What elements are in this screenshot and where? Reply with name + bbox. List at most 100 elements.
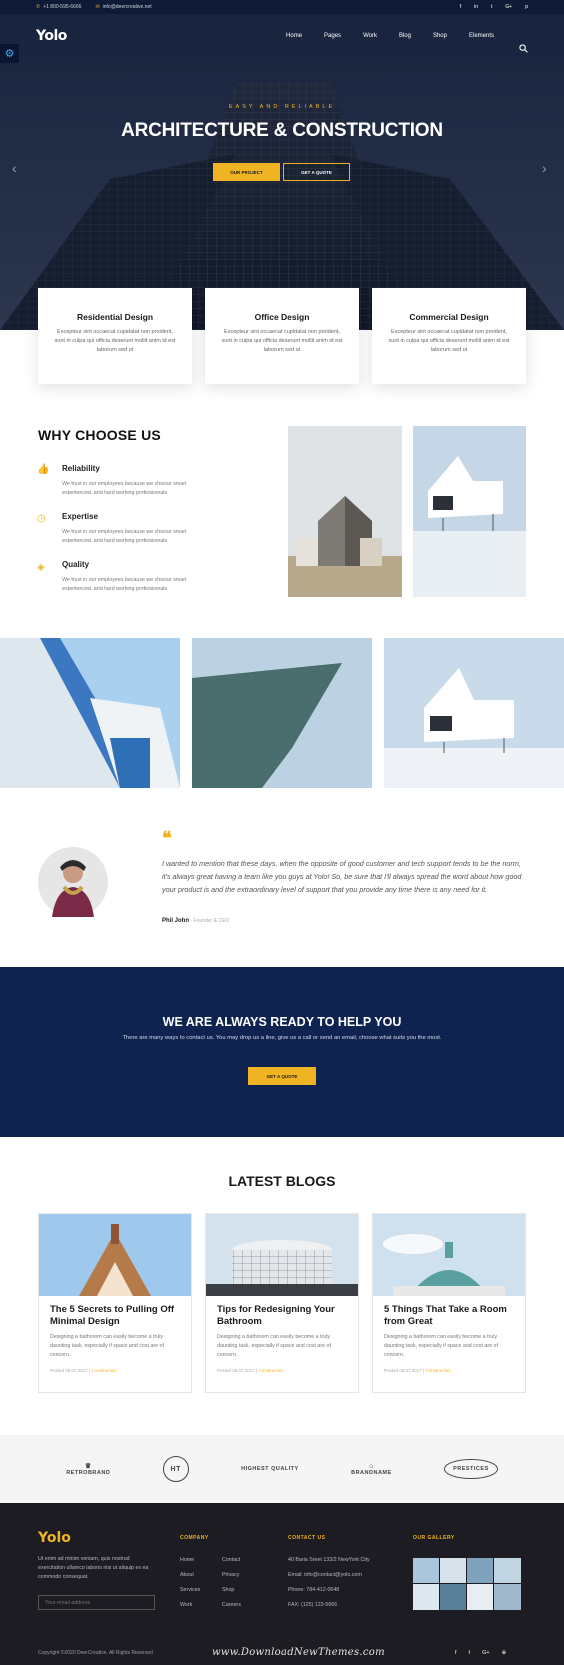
- nav-item-blog[interactable]: Blog: [399, 33, 411, 39]
- nav-item-elements[interactable]: Elements: [469, 33, 494, 39]
- service-card-commercial[interactable]: Commercial Design Excepteur sint occaeca…: [372, 288, 526, 384]
- glass-building-image: [0, 638, 180, 788]
- company-heading: COMPANY: [180, 1535, 209, 1541]
- contact-info: 40 Baria Sreet 133/2 NewYork City Email:…: [288, 1553, 370, 1613]
- feature-title: Reliability: [62, 464, 100, 473]
- google-plus-icon[interactable]: G+: [505, 4, 512, 10]
- footer-link-home[interactable]: Home: [180, 1553, 200, 1568]
- footer-link-work[interactable]: Work: [180, 1598, 200, 1613]
- service-text: Excepteur sint occaecat cupidatat non pr…: [54, 329, 176, 353]
- blog-excerpt: Designing a bathroom can easily become a…: [384, 1334, 498, 1358]
- blog-title[interactable]: The 5 Secrets to Pulling Off Minimal Des…: [50, 1304, 180, 1328]
- linkedin-icon[interactable]: in: [474, 4, 478, 10]
- blog-image: [373, 1214, 525, 1296]
- footer-logo[interactable]: Yolo: [38, 1530, 71, 1546]
- white-house-winter-image: [384, 638, 564, 788]
- settings-gear-icon[interactable]: ⚙: [0, 44, 19, 63]
- blog-date: Posted 08.07.2017 |: [50, 1368, 92, 1373]
- thumbs-up-icon: 👍: [37, 464, 50, 475]
- white-house-snow-image: [413, 426, 526, 597]
- pinterest-icon[interactable]: p: [525, 4, 528, 10]
- hero-eyebrow: EASY AND RELIABLE: [228, 104, 336, 110]
- footer-link-services[interactable]: Services: [180, 1583, 200, 1598]
- our-project-button[interactable]: OUR PROJECT: [213, 163, 280, 181]
- twitter-icon[interactable]: t: [469, 1650, 471, 1656]
- avatar: [38, 847, 108, 917]
- nav-item-work[interactable]: Work: [363, 33, 377, 39]
- facebook-icon[interactable]: f: [455, 1650, 457, 1656]
- get-quote-button[interactable]: GET A QUOTE: [248, 1067, 316, 1085]
- diamond-icon: ◈: [37, 562, 45, 573]
- footer-link-contact[interactable]: Contact: [222, 1553, 241, 1568]
- testimonial-author: Phil John - Founder & CEO: [162, 918, 229, 924]
- blog-category[interactable]: Construction: [258, 1368, 283, 1373]
- cta-section: [0, 967, 564, 1137]
- quote-icon: ❝: [162, 828, 172, 848]
- site-logo[interactable]: Yolo: [36, 28, 67, 44]
- footer-link-privacy[interactable]: Privacy: [222, 1568, 241, 1583]
- copyright: Copyright ©2020 DeerCreative. All Rights…: [38, 1650, 153, 1656]
- brand-logo-highest-quality: HIGHEST QUALITY: [241, 1466, 299, 1472]
- social-links: f in t G+ p: [460, 4, 528, 10]
- facebook-icon[interactable]: f: [460, 4, 461, 10]
- slider-prev-arrow-icon[interactable]: ‹: [12, 160, 17, 176]
- cta-text: There are many ways to contact us. You m…: [122, 1035, 442, 1041]
- blog-meta: Posted 08.07.2017 | Construction: [217, 1368, 347, 1373]
- twitter-icon[interactable]: t: [491, 4, 492, 10]
- footer-link-careers[interactable]: Careers: [222, 1598, 241, 1613]
- footer-link-shop[interactable]: Shop: [222, 1583, 241, 1598]
- service-text: Excepteur sint occaecat cupidatat non pr…: [221, 329, 343, 353]
- main-nav: Yolo Home Pages Work Blog Shop Elements: [0, 14, 564, 58]
- footer-gallery[interactable]: [413, 1558, 521, 1610]
- phone-item[interactable]: ✆ +1 800-595-6666: [36, 4, 81, 10]
- blog-category[interactable]: Construction: [91, 1368, 116, 1373]
- blog-title[interactable]: 5 Things That Take a Room from Great: [384, 1304, 514, 1328]
- feature-text: We trust in our employees because we cho…: [62, 481, 187, 496]
- testimonial-quote: I wanted to mention that these days, whe…: [162, 859, 522, 894]
- blog-card[interactable]: The 5 Secrets to Pulling Off Minimal Des…: [38, 1213, 192, 1393]
- contact-fax: FAX: (125) 123-5666: [288, 1602, 338, 1608]
- blog-card[interactable]: 5 Things That Take a Room from Great Des…: [372, 1213, 526, 1393]
- skyscraper-image: [0, 14, 564, 330]
- email-item[interactable]: ✉ info@deercreative.net: [95, 4, 151, 10]
- email-input[interactable]: [38, 1595, 155, 1610]
- service-text: Excepteur sint occaecat cupidatat non pr…: [388, 329, 510, 353]
- cta-heading: WE ARE ALWAYS READY TO HELP YOU: [162, 1015, 402, 1029]
- why-heading: WHY CHOOSE US: [38, 427, 161, 443]
- company-links-col1: Home About Services Work: [180, 1553, 200, 1613]
- nav-item-home[interactable]: Home: [286, 33, 302, 39]
- blog-category[interactable]: Construction: [425, 1368, 450, 1373]
- footer-link-about[interactable]: About: [180, 1568, 200, 1583]
- get-quote-hero-button[interactable]: GET A QUOTE: [283, 163, 350, 181]
- brand-logo-prestices: PRESTICES: [444, 1459, 498, 1479]
- author-role: - Founder & CEO: [190, 918, 230, 924]
- search-icon[interactable]: [519, 44, 528, 53]
- gallery-heading: OUR GALLERY: [413, 1535, 455, 1541]
- service-card-office[interactable]: Office Design Excepteur sint occaecat cu…: [205, 288, 359, 384]
- contact-address: 40 Baria Sreet 133/2 NewYork City: [288, 1557, 370, 1563]
- google-plus-icon[interactable]: G+: [482, 1650, 490, 1656]
- blog-excerpt: Designing a bathroom can easily become a…: [50, 1334, 164, 1358]
- nav-item-pages[interactable]: Pages: [324, 33, 341, 39]
- phone-icon: ✆: [36, 4, 41, 10]
- hero-banner: [0, 14, 564, 330]
- mail-icon: ✉: [95, 4, 100, 10]
- blog-meta: Posted 08.07.2017 | Construction: [384, 1368, 514, 1373]
- dribbble-icon[interactable]: ⊕: [502, 1650, 507, 1656]
- blog-card[interactable]: Tips for Redesigning Your Bathroom Desig…: [205, 1213, 359, 1393]
- contact-heading: CONTACT US: [288, 1535, 326, 1541]
- brand-logos: ♛ RETROBRAND HT HIGHEST QUALITY ⌂ BRANDNAM…: [0, 1435, 564, 1503]
- contact-phone[interactable]: Phone: 784-412-0648: [288, 1583, 370, 1598]
- brand-logo-brandname: ⌂ BRANDNAME: [351, 1462, 392, 1476]
- slider-next-arrow-icon[interactable]: ›: [542, 160, 547, 176]
- service-card-residential[interactable]: Residential Design Excepteur sint occaec…: [38, 288, 192, 384]
- blog-image: [39, 1214, 191, 1296]
- footer-about: Ut enim ad minim veniam, quis nostrud ex…: [38, 1556, 149, 1580]
- feature-text: We trust in our employees because we cho…: [62, 577, 187, 592]
- blog-date: Posted 08.07.2017 |: [384, 1368, 426, 1373]
- blog-excerpt: Designing a bathroom can easily become a…: [217, 1334, 331, 1358]
- blog-title[interactable]: Tips for Redesigning Your Bathroom: [217, 1304, 347, 1328]
- contact-email[interactable]: Email: info@contact@yolo.com: [288, 1568, 370, 1583]
- phone-text: +1 800-595-6666: [43, 4, 82, 10]
- nav-item-shop[interactable]: Shop: [433, 33, 447, 39]
